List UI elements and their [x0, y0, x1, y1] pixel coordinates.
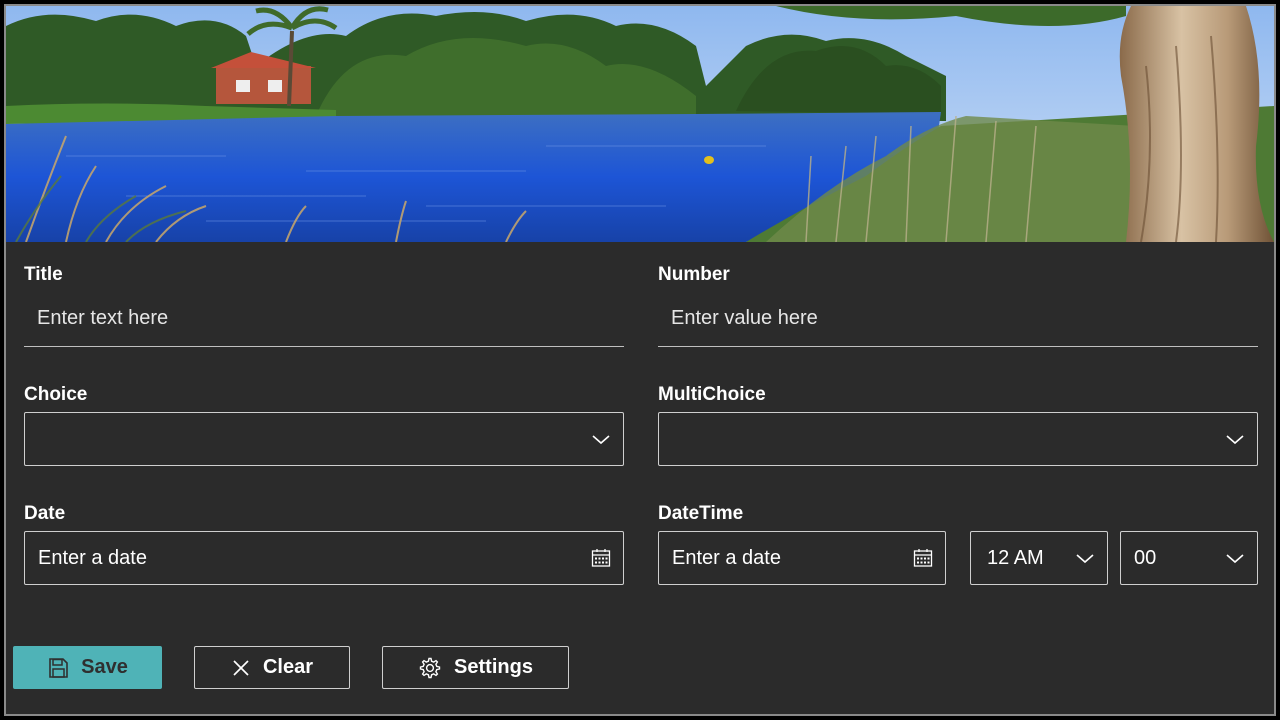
number-input[interactable]: [671, 307, 1258, 330]
number-field[interactable]: [658, 291, 1258, 347]
date-label: Date: [24, 503, 66, 524]
minute-dropdown[interactable]: 00: [1120, 531, 1258, 585]
date-placeholder: Enter a date: [38, 546, 147, 569]
chevron-down-icon: [592, 435, 610, 445]
save-label: Save: [81, 656, 128, 678]
hour-dropdown[interactable]: 12 AM: [970, 531, 1108, 585]
form-panel: Title Number Choice MultiChoice Date Ent…: [4, 4, 1276, 716]
settings-button[interactable]: Settings: [382, 646, 569, 689]
header-image: [6, 6, 1274, 242]
datetime-label: DateTime: [658, 503, 744, 524]
multichoice-label: MultiChoice: [658, 384, 766, 405]
chevron-down-icon: [1076, 554, 1094, 564]
chevron-down-icon: [1226, 554, 1244, 564]
datetime-date-placeholder: Enter a date: [672, 546, 781, 569]
clear-button[interactable]: Clear: [194, 646, 350, 689]
date-picker[interactable]: Enter a date: [24, 531, 624, 585]
title-field[interactable]: [24, 291, 624, 347]
save-icon: [49, 657, 68, 678]
calendar-icon[interactable]: [913, 548, 933, 568]
multichoice-dropdown[interactable]: [658, 412, 1258, 466]
settings-label: Settings: [454, 656, 533, 678]
choice-dropdown[interactable]: [24, 412, 624, 466]
clear-label: Clear: [262, 656, 314, 678]
choice-label: Choice: [24, 384, 88, 405]
close-icon: [233, 659, 249, 676]
save-button[interactable]: Save: [13, 646, 162, 689]
calendar-icon[interactable]: [591, 548, 611, 568]
chevron-down-icon: [1226, 435, 1244, 445]
title-input[interactable]: [37, 307, 624, 330]
number-label: Number: [658, 264, 730, 285]
title-label: Title: [24, 264, 63, 285]
datetime-date-picker[interactable]: Enter a date: [658, 531, 946, 585]
gear-icon: [419, 657, 441, 678]
